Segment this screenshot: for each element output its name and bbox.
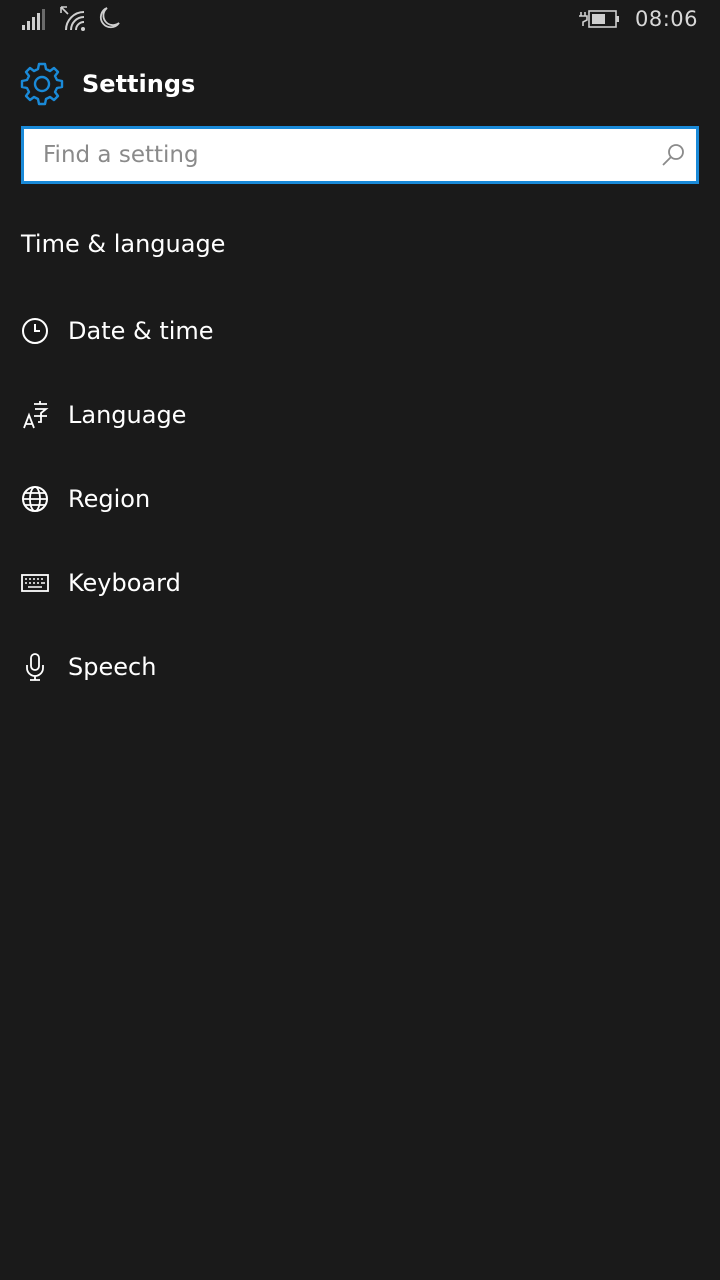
menu-item-date-time[interactable]: Date & time: [0, 299, 720, 363]
settings-gear-icon: [20, 62, 64, 106]
menu-item-region[interactable]: Region: [0, 467, 720, 531]
page-title: Settings: [82, 70, 196, 98]
microphone-icon: [20, 652, 50, 682]
globe-icon: [20, 484, 50, 514]
menu-item-language[interactable]: Language: [0, 383, 720, 447]
menu-item-label: Speech: [68, 653, 157, 681]
search-icon[interactable]: [660, 142, 686, 168]
app-header: Settings: [20, 62, 195, 106]
signal-strength-icon: [22, 9, 45, 30]
quiet-hours-moon-icon: [99, 7, 120, 29]
menu-item-label: Region: [68, 485, 151, 513]
menu-item-speech[interactable]: Speech: [0, 635, 720, 699]
menu-item-label: Keyboard: [68, 569, 181, 597]
status-bar: 08:06: [0, 0, 720, 40]
status-clock: 08:06: [634, 7, 698, 31]
wifi-icon: [60, 6, 85, 31]
section-title: Time & language: [21, 230, 226, 258]
menu-item-label: Language: [68, 401, 187, 429]
language-icon: [20, 400, 50, 430]
status-right: 08:06: [578, 6, 698, 32]
battery-charging-icon: [578, 10, 619, 28]
status-left: [20, 4, 122, 34]
clock-icon: [20, 316, 50, 346]
menu-item-label: Date & time: [68, 317, 214, 345]
keyboard-icon: [20, 568, 50, 598]
search-box[interactable]: [21, 126, 699, 184]
search-input[interactable]: [24, 129, 644, 181]
menu-item-keyboard[interactable]: Keyboard: [0, 551, 720, 615]
